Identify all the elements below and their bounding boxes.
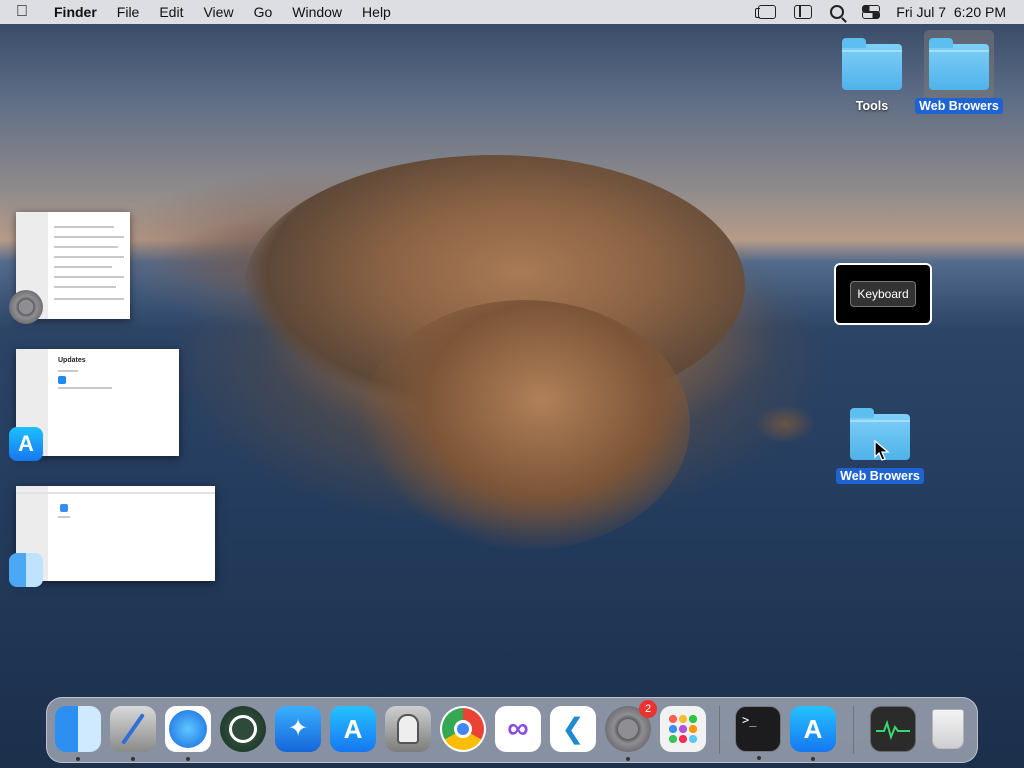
- folder-icon: [929, 38, 989, 90]
- dock-system-settings-icon[interactable]: 2: [605, 700, 657, 761]
- dock-launchpad-icon[interactable]: [660, 706, 706, 752]
- menu-app-finder[interactable]: Finder: [44, 4, 107, 20]
- desktop-folder-tools[interactable]: Tools: [836, 38, 908, 115]
- menu-go[interactable]: Go: [244, 4, 283, 20]
- menubar-clock[interactable]: Fri Jul 7 6:20 PM: [896, 4, 1006, 20]
- wallpaper-rock: [755, 405, 815, 443]
- dock-app-store-recent-icon[interactable]: A: [790, 706, 836, 761]
- dock-separator: [719, 706, 720, 754]
- dock: ✦ A ∞ ❮ 2 >_ A: [46, 697, 978, 763]
- notification-badge: 2: [639, 700, 657, 718]
- dock-script-editor-icon[interactable]: [110, 706, 156, 761]
- keyboard-button[interactable]: Keyboard: [850, 281, 916, 307]
- dock-testflight-icon[interactable]: ✦: [275, 706, 321, 752]
- dock-finder-icon[interactable]: [55, 706, 101, 761]
- menu-bar:  Finder File Edit View Go Window Help F…: [0, 0, 1024, 24]
- spotlight-search-icon[interactable]: [830, 5, 845, 19]
- mouse-cursor-icon: [874, 440, 890, 461]
- stage-manager-icon[interactable]: [755, 5, 777, 19]
- dock-vscode-icon[interactable]: ❮: [550, 706, 596, 752]
- menu-window[interactable]: Window: [282, 4, 352, 20]
- app-store-icon: [58, 376, 66, 384]
- window-title: Updates: [58, 357, 86, 364]
- dock-terminal-icon[interactable]: >_: [735, 706, 781, 760]
- dock-automator-icon[interactable]: [385, 706, 431, 752]
- dock-trash-icon[interactable]: [925, 706, 971, 752]
- dock-time-machine-icon[interactable]: [220, 706, 266, 752]
- menu-help[interactable]: Help: [352, 4, 401, 20]
- sidebar-icon[interactable]: [794, 5, 813, 19]
- control-center-icon[interactable]: [862, 5, 881, 19]
- dock-activity-monitor-icon[interactable]: [870, 706, 916, 752]
- dock-chrome-icon[interactable]: [440, 706, 486, 752]
- file-icon: [60, 504, 68, 512]
- dragged-folder-web-browers[interactable]: Web Browers: [834, 408, 926, 485]
- app-store-icon[interactable]: A: [9, 427, 43, 461]
- desktop-folder-label: Web Browers: [836, 468, 924, 484]
- system-settings-icon[interactable]: [9, 290, 43, 324]
- finder-icon[interactable]: [9, 553, 43, 587]
- apple-logo-icon[interactable]: : [0, 3, 44, 21]
- wallpaper-island-cliff: [360, 300, 690, 550]
- menu-edit[interactable]: Edit: [149, 4, 193, 20]
- menu-view[interactable]: View: [193, 4, 243, 20]
- folder-icon: [842, 38, 902, 90]
- stage-window-finder[interactable]: [16, 486, 215, 581]
- desktop-folder-label: Tools: [855, 99, 889, 113]
- menu-file[interactable]: File: [107, 4, 150, 20]
- keyboard-popup: Keyboard: [834, 263, 932, 325]
- dock-separator: [853, 706, 854, 754]
- dock-app-store-icon[interactable]: A: [330, 706, 376, 752]
- dock-visual-studio-icon[interactable]: ∞: [495, 706, 541, 752]
- desktop-folder-label: Web Browers: [915, 98, 1003, 114]
- desktop-folder-web-browers[interactable]: Web Browers: [912, 38, 1006, 115]
- dock-safari-icon[interactable]: [165, 706, 211, 761]
